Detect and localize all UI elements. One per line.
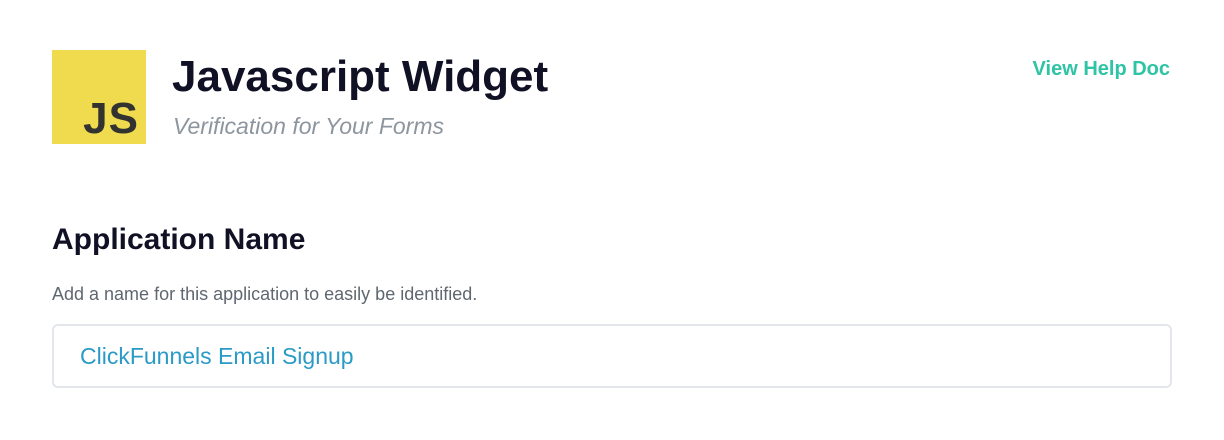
- application-name-input[interactable]: [52, 324, 1172, 388]
- page-subtitle: Verification for Your Forms: [173, 113, 444, 139]
- page-title: Javascript Widget: [172, 52, 549, 101]
- js-logo-text: JS: [83, 94, 139, 143]
- js-logo: JS: [52, 50, 146, 144]
- application-name-heading: Application Name: [52, 223, 306, 256]
- application-name-description: Add a name for this application to easil…: [52, 284, 478, 304]
- view-help-doc-link[interactable]: View Help Doc: [1033, 56, 1170, 82]
